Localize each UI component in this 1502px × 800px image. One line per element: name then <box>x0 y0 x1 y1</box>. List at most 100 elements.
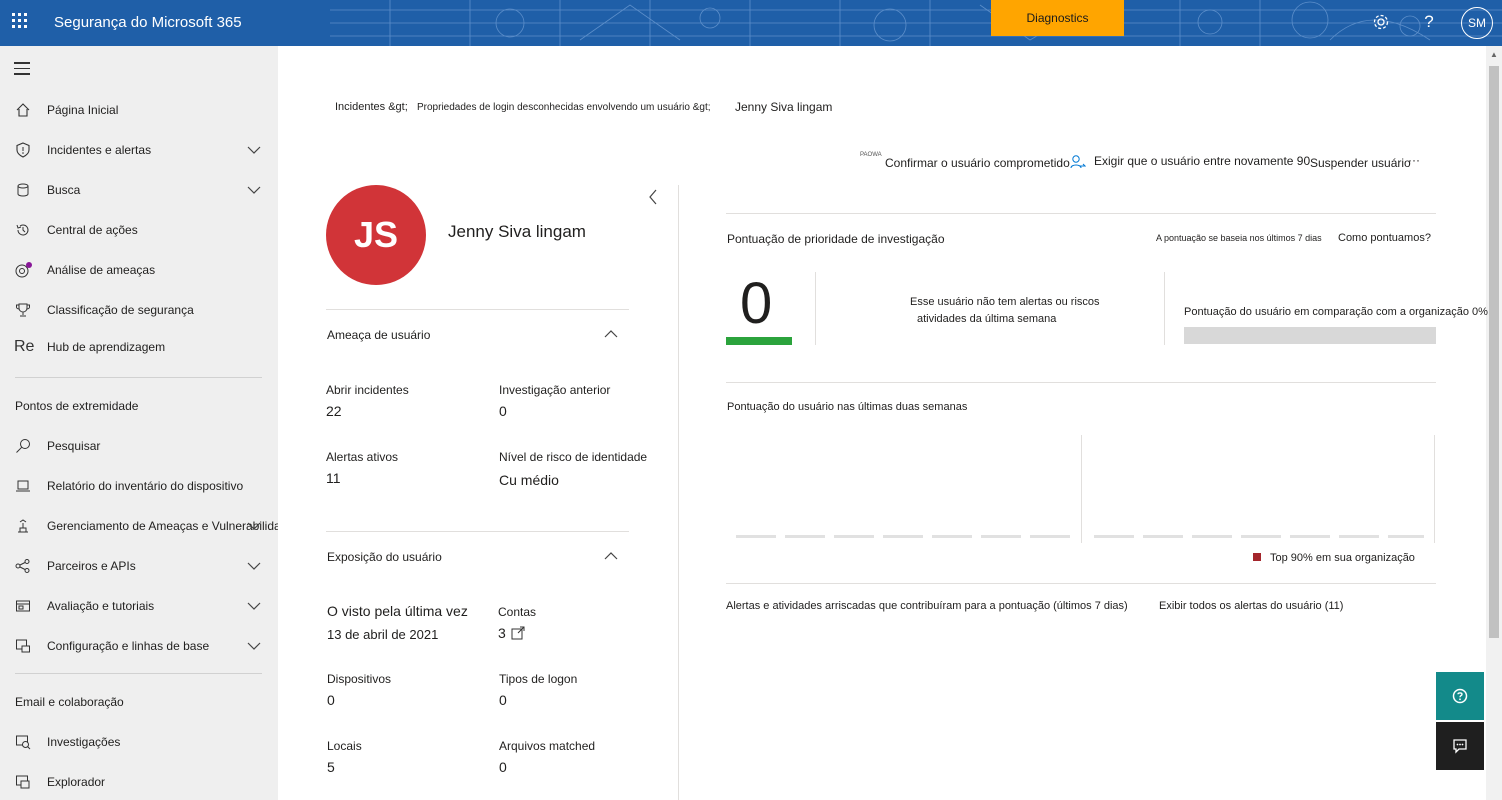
contributing-alerts-title: Alertas e atividades arriscadas que cont… <box>726 600 1128 612</box>
sidebar-item-learning-hub[interactable]: Re Hub de aprendizagem <box>0 332 278 362</box>
confirm-compromised-button[interactable]: Confirmar o usuário comprometido <box>885 156 1070 170</box>
sidebar-item-label: Investigações <box>47 735 121 749</box>
open-incidents-value: 22 <box>326 403 342 419</box>
user-sync-icon <box>1070 154 1087 170</box>
sidebar: Página Inicial Incidentes e alertas Busc… <box>0 46 278 800</box>
chevron-down-icon[interactable] <box>247 599 261 613</box>
section-divider <box>326 309 629 310</box>
chevron-down-icon[interactable] <box>247 639 261 653</box>
chevron-down-icon[interactable] <box>247 143 261 157</box>
sidebar-item-evaluation[interactable]: Avaliação e tutoriais <box>0 591 278 621</box>
floating-feedback-button[interactable] <box>1436 722 1484 770</box>
scroll-up-icon[interactable]: ▲ <box>1490 50 1498 59</box>
trend-placeholder-bar <box>981 535 1021 538</box>
trend-placeholder-bar <box>1030 535 1070 538</box>
breadcrumb-incidents[interactable]: Incidentes &gt; <box>335 101 408 113</box>
sidebar-item-label: Explorador <box>47 775 106 789</box>
legend-swatch <box>1253 553 1261 561</box>
threat-analytics-icon <box>14 261 32 279</box>
devices-value: 0 <box>327 692 335 708</box>
account-avatar[interactable]: SM <box>1461 7 1493 39</box>
sidebar-item-device-inventory[interactable]: Relatório do inventário do dispositivo <box>0 471 278 501</box>
sidebar-item-configuration[interactable]: Configuração e linhas de base <box>0 631 278 661</box>
chevron-down-icon[interactable] <box>247 183 261 197</box>
trend-placeholder-bar <box>1241 535 1281 538</box>
sidebar-item-label: Análise de ameaças <box>47 263 156 277</box>
vertical-scrollbar[interactable]: ▲ <box>1486 46 1502 800</box>
evaluation-icon <box>14 597 32 615</box>
sidebar-item-label: Classificação de segurança <box>47 303 194 317</box>
logon-types-label: Tipos de logon <box>499 672 578 686</box>
section-divider <box>726 583 1436 584</box>
scrollbar-thumb[interactable] <box>1489 66 1499 638</box>
sidebar-divider <box>15 673 262 674</box>
sidebar-item-partners[interactable]: Parceiros e APIs <box>0 551 278 581</box>
locations-value: 5 <box>327 759 335 775</box>
section-title-endpoints: Pontos de extremidade <box>15 399 139 413</box>
user-name: Jenny Siva lingam <box>448 222 586 241</box>
sidebar-item-label: Gerenciamento de Ameaças e Vulnerabilida… <box>47 519 278 533</box>
waffle-icon[interactable] <box>12 13 28 29</box>
sidebar-item-home[interactable]: Página Inicial <box>0 95 278 125</box>
sidebar-item-explorer[interactable]: Explorador <box>0 767 278 797</box>
score-basis-note: A pontuação se baseia nos últimos 7 dias <box>1156 233 1322 243</box>
chevron-down-icon[interactable] <box>247 519 261 533</box>
help-icon[interactable]: ? <box>1418 11 1440 33</box>
sidebar-item-label: Hub de aprendizagem <box>47 340 166 354</box>
sidebar-item-label: Relatório do inventário do dispositivo <box>47 479 244 493</box>
sidebar-item-action-center[interactable]: Central de ações <box>0 215 278 245</box>
sidebar-item-incidents[interactable]: Incidentes e alertas <box>0 135 278 165</box>
user-avatar: JS <box>326 185 426 285</box>
more-actions-icon[interactable]: ··· <box>1408 153 1420 167</box>
org-comparison-label: Pontuação do usuário em comparação com a… <box>1184 306 1488 318</box>
sidebar-item-search[interactable]: Pesquisar <box>0 431 278 461</box>
active-alerts-label: Alertas ativos <box>326 450 399 464</box>
open-external-icon[interactable] <box>511 626 525 640</box>
sidebar-item-tvm[interactable]: Gerenciamento de Ameaças e Vulnerabilida… <box>0 511 278 541</box>
files-matched-label: Arquivos matched <box>499 739 596 753</box>
sidebar-item-threat-analytics[interactable]: Análise de ameaças <box>0 255 278 285</box>
section-divider <box>726 213 1436 214</box>
app-title[interactable]: Segurança do Microsoft 365 <box>54 14 242 31</box>
trend-placeholder-bar <box>1143 535 1183 538</box>
files-matched-value: 0 <box>499 759 507 775</box>
trend-placeholder-bar <box>1192 535 1232 538</box>
previous-investigation-label: Investigação anterior <box>499 383 611 397</box>
panel-divider <box>678 185 679 800</box>
logon-types-value: 0 <box>499 692 507 708</box>
view-all-alerts-link[interactable]: Exibir todos os alertas do usuário (11) <box>1159 600 1343 612</box>
chevron-up-icon[interactable] <box>604 330 618 338</box>
breadcrumb-incident-name[interactable]: Propriedades de login desconhecidas envo… <box>417 102 711 113</box>
trend-placeholder-bar <box>1388 535 1424 538</box>
trend-placeholder-bar <box>785 535 825 538</box>
sidebar-item-investigations[interactable]: Investigações <box>0 727 278 757</box>
accounts-value[interactable]: 3 <box>498 625 506 641</box>
config-icon <box>14 637 32 655</box>
collapse-panel-icon[interactable] <box>648 189 658 208</box>
trophy-icon <box>14 301 32 319</box>
gear-icon[interactable] <box>1370 11 1392 33</box>
history-icon <box>14 221 32 239</box>
chevron-down-icon[interactable] <box>247 559 261 573</box>
top-bar: Segurança do Microsoft 365 Diagnostics ?… <box>0 0 1502 46</box>
require-signin-button[interactable]: Exigir que o usuário entre novamente 90 <box>1094 154 1310 168</box>
identity-risk-label: Nível de risco de identidade <box>499 450 648 464</box>
open-incidents-label: Abrir incidentes <box>326 383 409 397</box>
suspend-user-button[interactable]: Suspender usuário <box>1310 156 1411 170</box>
trend-placeholder-bar <box>932 535 972 538</box>
sidebar-item-secure-score[interactable]: Classificação de segurança <box>0 295 278 325</box>
hamburger-menu-icon[interactable] <box>14 62 30 79</box>
accounts-label: Contas <box>498 605 537 619</box>
diagnostics-button[interactable]: Diagnostics <box>991 0 1124 36</box>
feedback-icon <box>1453 739 1467 754</box>
laptop-icon <box>14 477 32 495</box>
devices-label: Dispositivos <box>327 672 392 686</box>
how-we-score-link[interactable]: Como pontuamos? <box>1338 232 1431 244</box>
chevron-up-icon[interactable] <box>604 552 618 560</box>
question-circle-icon <box>1452 688 1468 704</box>
sidebar-item-hunting[interactable]: Busca <box>0 175 278 205</box>
org-comparison-bar <box>1184 327 1436 344</box>
header-background-pattern <box>330 0 1502 46</box>
partners-icon <box>14 557 32 575</box>
floating-help-button[interactable] <box>1436 672 1484 720</box>
